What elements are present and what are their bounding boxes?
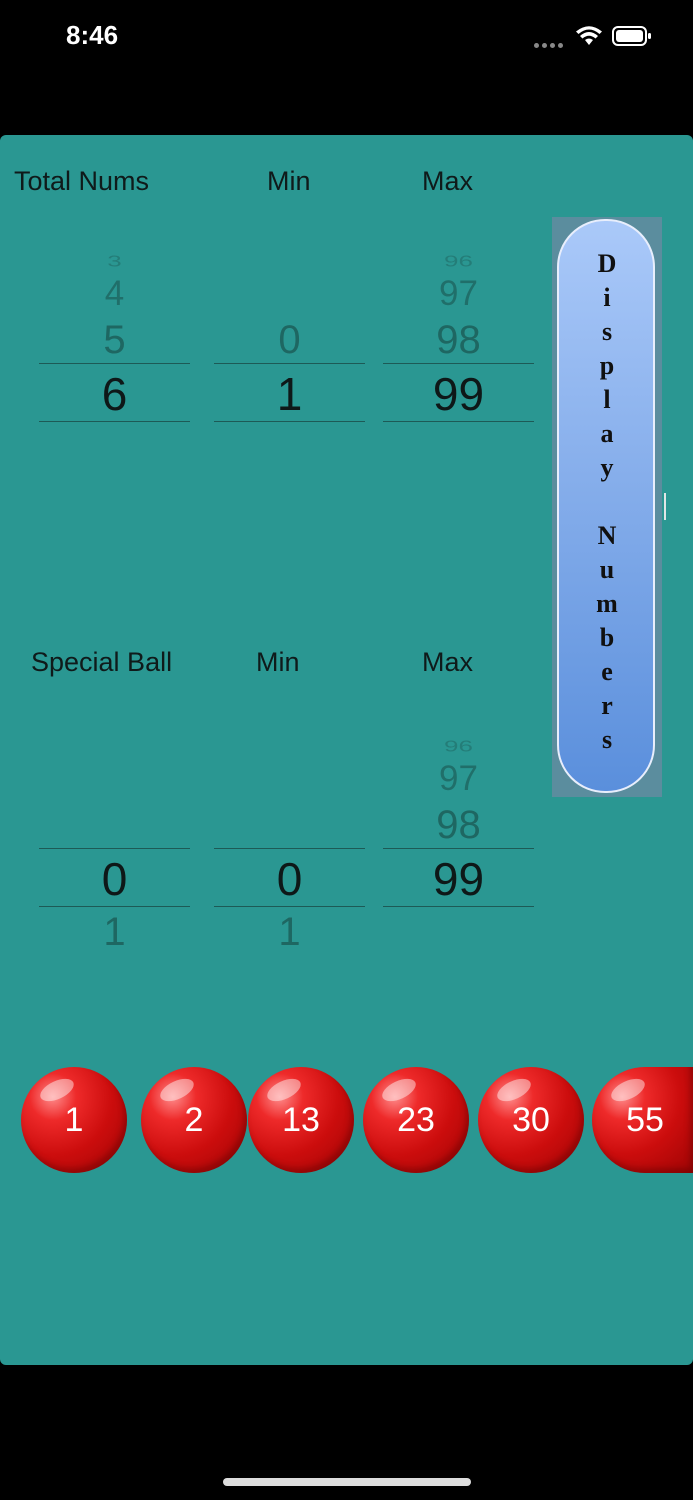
- button-letter: a: [600, 419, 614, 448]
- ball-number: 23: [397, 1101, 435, 1139]
- picker-option[interactable]: 1: [214, 910, 365, 955]
- picker-selection-line: [39, 906, 190, 907]
- button-letter: b: [599, 623, 615, 652]
- picker-selected-value[interactable]: 6: [39, 367, 190, 421]
- lottery-ball: 13: [248, 1067, 354, 1173]
- picker-selection-line: [39, 363, 190, 364]
- picker-option[interactable]: 96: [383, 737, 534, 756]
- picker-selection-line: [214, 421, 365, 422]
- ball-number: 13: [282, 1101, 320, 1139]
- home-indicator[interactable]: [223, 1478, 471, 1486]
- scroll-indicator: [664, 493, 666, 520]
- top-min-label: Min: [267, 166, 311, 196]
- picker-option[interactable]: 98: [383, 318, 534, 363]
- total-nums-picker[interactable]: 3 4 5 6: [39, 240, 190, 440]
- button-letter: y: [600, 453, 614, 482]
- button-letter: s: [601, 725, 613, 754]
- picker-selection-line: [383, 906, 534, 907]
- picker-option[interactable]: 5: [39, 318, 190, 363]
- bottom-max-picker[interactable]: 96 97 98 99: [383, 725, 534, 955]
- lottery-ball: 2: [141, 1067, 247, 1173]
- ball-number: 55: [626, 1101, 664, 1139]
- top-max-picker[interactable]: 96 97 98 99: [383, 240, 534, 440]
- picker-selected-value[interactable]: 99: [383, 367, 534, 421]
- picker-option[interactable]: 4: [39, 274, 190, 314]
- status-time: 8:46: [66, 20, 119, 50]
- top-min-picker[interactable]: 0 1: [214, 240, 365, 440]
- top-max-label: Max: [422, 166, 474, 196]
- picker-selected-value[interactable]: 0: [39, 852, 190, 906]
- picker-selection-line: [214, 363, 365, 364]
- ball-number: 30: [512, 1101, 550, 1139]
- button-letter: m: [596, 589, 618, 618]
- button-letter: r: [601, 691, 613, 720]
- picker-selection-line: [39, 848, 190, 849]
- picker-selection-line: [214, 848, 365, 849]
- button-letter: N: [597, 521, 617, 550]
- bottom-min-picker[interactable]: 0 1: [214, 725, 365, 955]
- lottery-ball: 23: [363, 1067, 469, 1173]
- picker-option[interactable]: 96: [383, 252, 534, 271]
- picker-selection-line: [383, 848, 534, 849]
- button-letter: D: [597, 249, 617, 278]
- button-letter: i: [603, 283, 611, 312]
- picker-selected-value[interactable]: 1: [214, 367, 365, 421]
- battery-icon: [612, 26, 651, 46]
- total-nums-label: Total Nums: [14, 166, 150, 196]
- wifi-icon: [576, 26, 602, 45]
- picker-selection-line: [383, 363, 534, 364]
- special-ball-picker[interactable]: 0 1: [39, 725, 190, 955]
- button-letter: [552, 485, 662, 519]
- button-letter: e: [601, 657, 613, 686]
- special-ball-label: Special Ball: [31, 647, 173, 677]
- display-numbers-label: Display Numbers: [552, 247, 662, 757]
- button-letter: s: [601, 317, 613, 346]
- picker-selection-line: [39, 421, 190, 422]
- bottom-min-label: Min: [256, 647, 300, 677]
- picker-option[interactable]: 1: [39, 910, 190, 955]
- picker-selected-value[interactable]: 99: [383, 852, 534, 906]
- picker-selection-line: [214, 906, 365, 907]
- picker-option[interactable]: 97: [383, 274, 534, 314]
- lottery-ball: 1: [21, 1067, 127, 1173]
- picker-selection-line: [383, 421, 534, 422]
- picker-option[interactable]: 98: [383, 803, 534, 848]
- display-numbers-button[interactable]: Display Numbers: [552, 217, 662, 797]
- picker-option[interactable]: 97: [383, 759, 534, 799]
- cellular-signal-icon: [534, 35, 566, 48]
- picker-option[interactable]: 0: [214, 318, 365, 363]
- picker-selected-value[interactable]: 0: [214, 852, 365, 906]
- button-letter: u: [599, 555, 615, 584]
- button-letter: p: [599, 351, 615, 380]
- lottery-ball: 55: [592, 1067, 693, 1173]
- picker-option[interactable]: 3: [39, 252, 190, 271]
- ball-number: 2: [184, 1101, 204, 1139]
- button-letter: l: [603, 385, 611, 414]
- bottom-max-label: Max: [422, 647, 474, 677]
- ball-number: 1: [64, 1101, 84, 1139]
- lottery-ball: 30: [478, 1067, 584, 1173]
